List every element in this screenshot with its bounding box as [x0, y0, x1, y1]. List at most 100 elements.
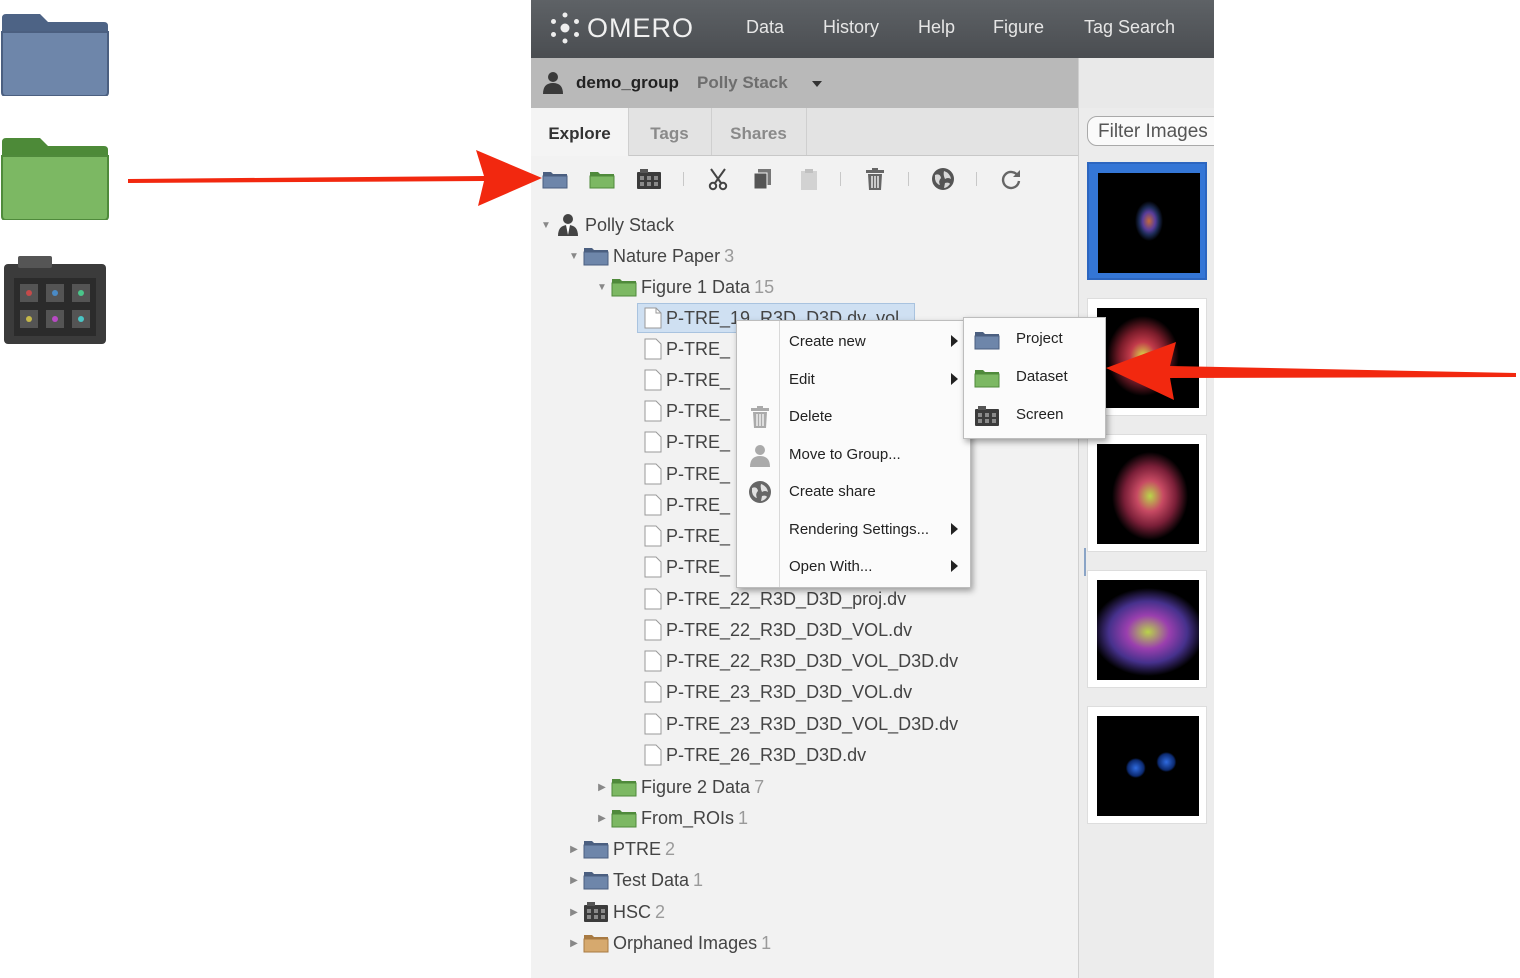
menu-item-open-with[interactable]: Open With... — [737, 548, 970, 585]
user-icon — [750, 445, 770, 467]
group-name: demo_group — [576, 73, 679, 92]
tree-label: P-TRE_ — [666, 463, 731, 484]
tree-label: P-TRE_ — [666, 525, 731, 546]
tree-image[interactable]: P-TRE_22_R3D_D3D_VOL_D3D.dv — [644, 647, 958, 675]
dataset-folder-large-icon — [1, 138, 109, 220]
annotation-arrow-right — [1106, 342, 1516, 400]
filter-images-input[interactable]: Filter Images — [1087, 116, 1214, 146]
tab-bar: Explore Tags Shares — [531, 108, 1078, 156]
tree-dataset[interactable]: ▼ Figure 1 Data 15 — [595, 273, 774, 301]
copy-icon[interactable] — [750, 167, 776, 191]
image-file-icon — [644, 588, 662, 610]
group-selector-bar[interactable]: demo_group Polly Stack — [531, 58, 1078, 109]
image-file-icon — [644, 463, 662, 485]
create-new-submenu: Project Dataset Screen — [963, 317, 1106, 439]
tab-tags[interactable]: Tags — [628, 108, 712, 155]
refresh-icon[interactable] — [998, 167, 1024, 191]
tree-label: Figure 2 Data — [641, 776, 751, 797]
image-file-icon — [644, 494, 662, 516]
trash-icon — [751, 406, 769, 428]
tree-label: Figure 1 Data — [641, 276, 751, 297]
tree-project[interactable]: ▶ PTRE 2 — [567, 835, 675, 863]
menu-item-rendering-settings[interactable]: Rendering Settings... — [737, 511, 970, 548]
nav-history[interactable]: History — [823, 17, 879, 38]
tree-image[interactable]: P-TRE_ — [644, 553, 730, 581]
child-count: 2 — [665, 838, 676, 859]
share-icon[interactable] — [930, 167, 956, 191]
expand-toggle[interactable]: ▶ — [567, 875, 581, 886]
expand-toggle[interactable]: ▶ — [567, 938, 581, 949]
tree-toolbar — [531, 156, 1078, 200]
tree-screen[interactable]: ▶ HSC 2 — [567, 898, 665, 926]
expand-toggle[interactable]: ▶ — [595, 782, 609, 793]
tree-dataset[interactable]: ▶ Figure 2 Data 7 — [595, 773, 764, 801]
thumbnail-image — [1097, 580, 1199, 680]
menu-item-delete[interactable]: Delete — [737, 398, 970, 435]
tree-image[interactable]: P-TRE_ — [644, 366, 730, 394]
menu-item-create-share[interactable]: Create share — [737, 473, 970, 510]
tree-image[interactable]: P-TRE_22_R3D_D3D_VOL.dv — [644, 616, 912, 644]
thumbnail[interactable] — [1087, 706, 1207, 824]
tree-image[interactable]: P-TRE_ — [644, 397, 730, 425]
panel-resize-handle[interactable] — [1084, 548, 1086, 576]
screen-icon[interactable] — [636, 167, 662, 191]
thumbnail[interactable] — [1087, 434, 1207, 552]
nav-figure[interactable]: Figure — [993, 17, 1044, 38]
tree-label: Test Data — [613, 869, 690, 890]
tree-label: P-TRE_ — [666, 431, 731, 452]
submenu-item-project[interactable]: Project — [964, 320, 1105, 358]
cut-icon[interactable] — [705, 167, 731, 191]
tree-label: P-TRE_ — [666, 400, 731, 421]
paste-icon[interactable] — [796, 167, 822, 191]
omero-logo[interactable]: OMERO — [549, 12, 694, 44]
tree-image[interactable]: P-TRE_23_R3D_D3D_VOL.dv — [644, 678, 912, 706]
delete-icon[interactable] — [862, 167, 888, 191]
thumbnail-panel: Filter Images — [1078, 108, 1214, 978]
submenu-item-dataset[interactable]: Dataset — [964, 358, 1105, 396]
omero-logo-icon — [551, 12, 579, 44]
nav-data[interactable]: Data — [746, 17, 784, 38]
tree-project[interactable]: ▶ Test Data 1 — [567, 866, 703, 894]
tree-dataset[interactable]: ▶ From_ROIs 1 — [595, 804, 748, 832]
tree-root-user[interactable]: ▼ Polly Stack — [539, 211, 674, 239]
chevron-down-icon[interactable] — [811, 80, 823, 88]
expand-toggle[interactable]: ▼ — [595, 282, 609, 293]
tab-shares[interactable]: Shares — [711, 108, 807, 155]
tree-orphaned-images[interactable]: ▶ Orphaned Images 1 — [567, 929, 771, 957]
expand-toggle[interactable]: ▼ — [567, 251, 581, 262]
submenu-item-screen[interactable]: Screen — [964, 396, 1105, 434]
toolbar-divider — [976, 172, 977, 186]
expand-toggle[interactable]: ▶ — [595, 813, 609, 824]
thumbnail-selected[interactable] — [1087, 162, 1207, 280]
menu-item-edit[interactable]: Edit — [737, 361, 970, 398]
menu-item-create-new[interactable]: Create new — [737, 323, 970, 360]
tree-image[interactable]: P-TRE_ — [644, 522, 730, 550]
expand-toggle[interactable]: ▶ — [567, 844, 581, 855]
image-file-icon — [644, 369, 662, 391]
nav-tag-search[interactable]: Tag Search — [1084, 17, 1175, 38]
menu-item-label: Delete — [789, 408, 833, 425]
expand-toggle[interactable]: ▼ — [539, 220, 553, 231]
screen-large-icon — [4, 256, 106, 344]
dataset-folder-icon — [974, 370, 1000, 388]
tree-project[interactable]: ▼ Nature Paper 3 — [567, 242, 734, 270]
project-folder-icon — [583, 248, 609, 266]
menu-item-move-to-group[interactable]: Move to Group... — [737, 436, 970, 473]
expand-toggle[interactable]: ▶ — [567, 907, 581, 918]
tree-image[interactable]: P-TRE_26_R3D_D3D.dv — [644, 741, 866, 769]
tree-label: P-TRE_22_R3D_D3D_proj.dv — [666, 588, 907, 609]
tree-image[interactable]: P-TRE_ — [644, 335, 730, 363]
tree-image[interactable]: P-TRE_ — [644, 428, 730, 456]
tree-image[interactable]: P-TRE_ — [644, 491, 730, 519]
child-count: 7 — [754, 776, 765, 797]
tree-image[interactable]: P-TRE_ — [644, 460, 730, 488]
tree-image[interactable]: P-TRE_23_R3D_D3D_VOL_D3D.dv — [644, 710, 958, 738]
nav-help[interactable]: Help — [918, 17, 955, 38]
submenu-item-label: Project — [1016, 330, 1063, 347]
submenu-item-label: Dataset — [1016, 368, 1068, 385]
dataset-folder-icon[interactable] — [589, 167, 615, 191]
thumbnail[interactable] — [1087, 570, 1207, 688]
submenu-arrow-icon — [951, 373, 958, 385]
submenu-item-label: Screen — [1016, 406, 1064, 423]
tree-image[interactable]: P-TRE_22_R3D_D3D_proj.dv — [644, 585, 906, 613]
